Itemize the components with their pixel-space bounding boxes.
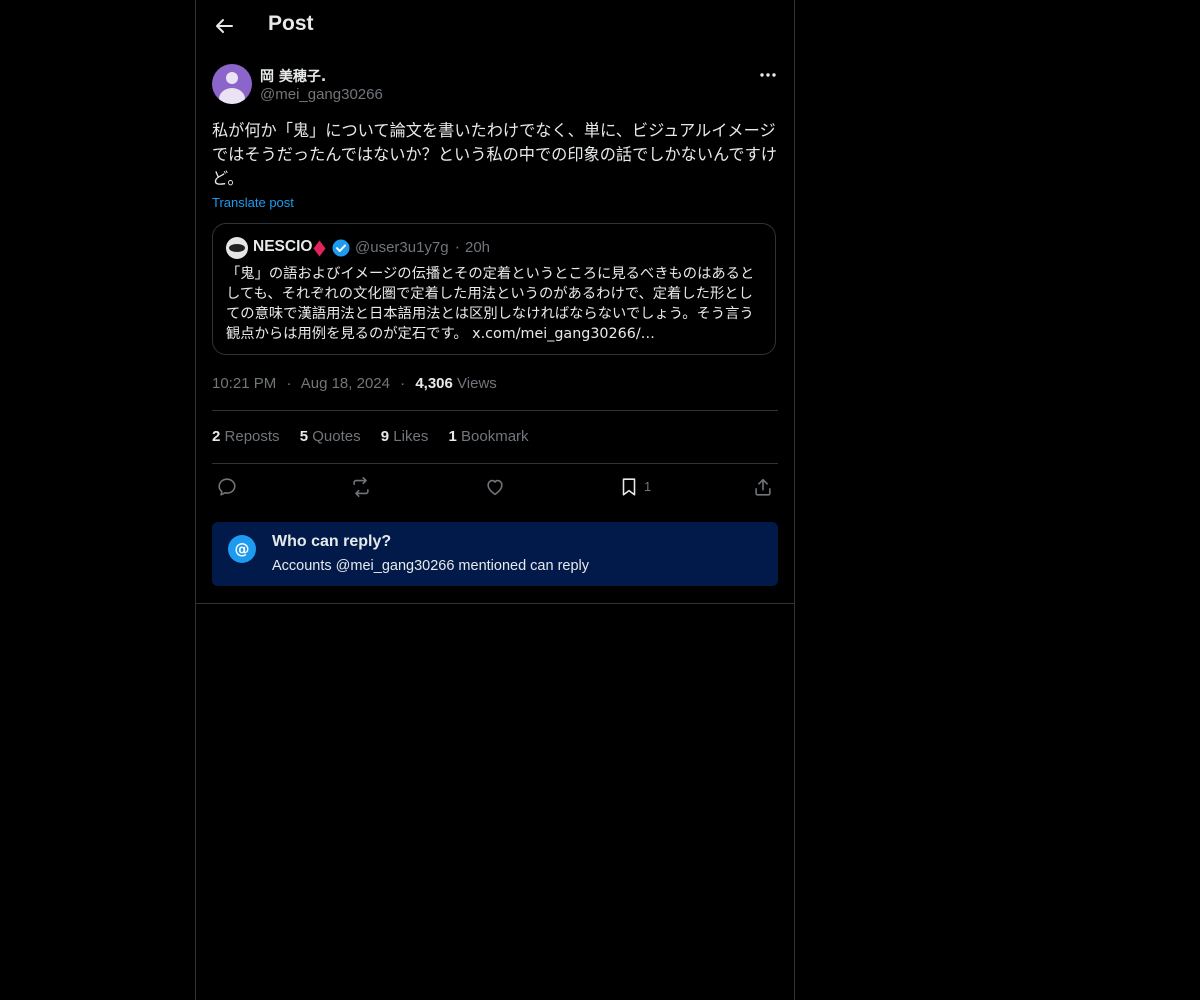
quoted-avatar — [226, 237, 248, 259]
likes-stat[interactable]: 9 Likes — [381, 428, 429, 445]
who-can-reply-title: Who can reply? — [272, 533, 392, 550]
like-heart-icon[interactable] — [484, 476, 506, 498]
reposts-stat[interactable]: 2 Reposts — [212, 428, 280, 445]
repost-icon[interactable] — [350, 476, 372, 498]
reposts-count: 2 — [212, 428, 221, 445]
arrow-left-icon[interactable] — [212, 14, 236, 38]
primary-column: Post 岡 美穂子. @mei_gang30266 私が何か「鬼」について論文… — [195, 0, 795, 1000]
reposts-label: Reposts — [224, 428, 280, 445]
bookmarks-stat[interactable]: 1 Bookmark — [449, 428, 529, 445]
quoted-text: 「鬼」の語およびイメージの伝播とその定着というところに見るべきものはあるとしても… — [226, 266, 755, 342]
share-icon[interactable] — [752, 476, 774, 498]
red-diamond-icon — [313, 240, 326, 257]
at-mention-icon: @ — [228, 535, 256, 563]
meta-separator: · — [400, 375, 406, 392]
divider — [212, 463, 778, 464]
bookmarks-count: 1 — [448, 428, 457, 445]
author-handle[interactable]: @mei_gang30266 — [260, 86, 383, 103]
translate-post-link[interactable]: Translate post — [212, 195, 294, 210]
post-time[interactable]: 10:21 PM — [212, 375, 276, 392]
verified-badge-icon — [332, 239, 350, 257]
avatar[interactable] — [212, 64, 252, 104]
quoted-timestamp: 20h — [465, 239, 491, 256]
quoted-handle: @user3u1y7g — [355, 239, 449, 256]
quoted-display-name: NESCIO — [253, 238, 313, 255]
bookmarks-label: Bookmark — [461, 428, 529, 445]
more-options-icon[interactable] — [758, 68, 778, 82]
divider — [212, 410, 778, 411]
views-count: 4,306 — [415, 375, 453, 392]
quoted-post[interactable]: NESCIO @user3u1y7g · 20h 「鬼」の語およびイメージの伝播… — [212, 223, 776, 355]
who-can-reply-subtitle: Accounts @mei_gang30266 mentioned can re… — [272, 558, 590, 574]
quotes-label: Quotes — [312, 428, 361, 445]
page-title: Post — [268, 12, 314, 35]
divider — [196, 603, 794, 604]
page-header: Post — [196, 0, 794, 53]
likes-count: 9 — [380, 428, 390, 445]
quotes-count: 5 — [299, 428, 309, 445]
post-stats: 2 Reposts 5 Quotes 9 Likes 1 Bookmark — [212, 428, 545, 445]
likes-label: Likes — [393, 428, 429, 445]
quoted-separator: · — [455, 239, 460, 257]
post-text: 私が何か「鬼」について論文を書いたわけでなく、単に、ビジュアルイメージではそうだ… — [212, 121, 777, 188]
post-date[interactable]: Aug 18, 2024 — [301, 375, 390, 392]
meta-separator: · — [286, 375, 292, 392]
bookmark-icon[interactable] — [618, 476, 640, 498]
bookmark-count: 1 — [644, 479, 652, 494]
reply-icon[interactable] — [216, 476, 238, 498]
who-can-reply-banner: @ Who can reply? Accounts @mei_gang30266… — [212, 522, 778, 586]
views-label: Views — [457, 375, 497, 392]
quotes-stat[interactable]: 5 Quotes — [300, 428, 361, 445]
post-meta: 10:21 PM · Aug 18, 2024 · 4,306 Views — [212, 375, 497, 392]
author-display-name[interactable]: 岡 美穂子. — [260, 66, 326, 86]
